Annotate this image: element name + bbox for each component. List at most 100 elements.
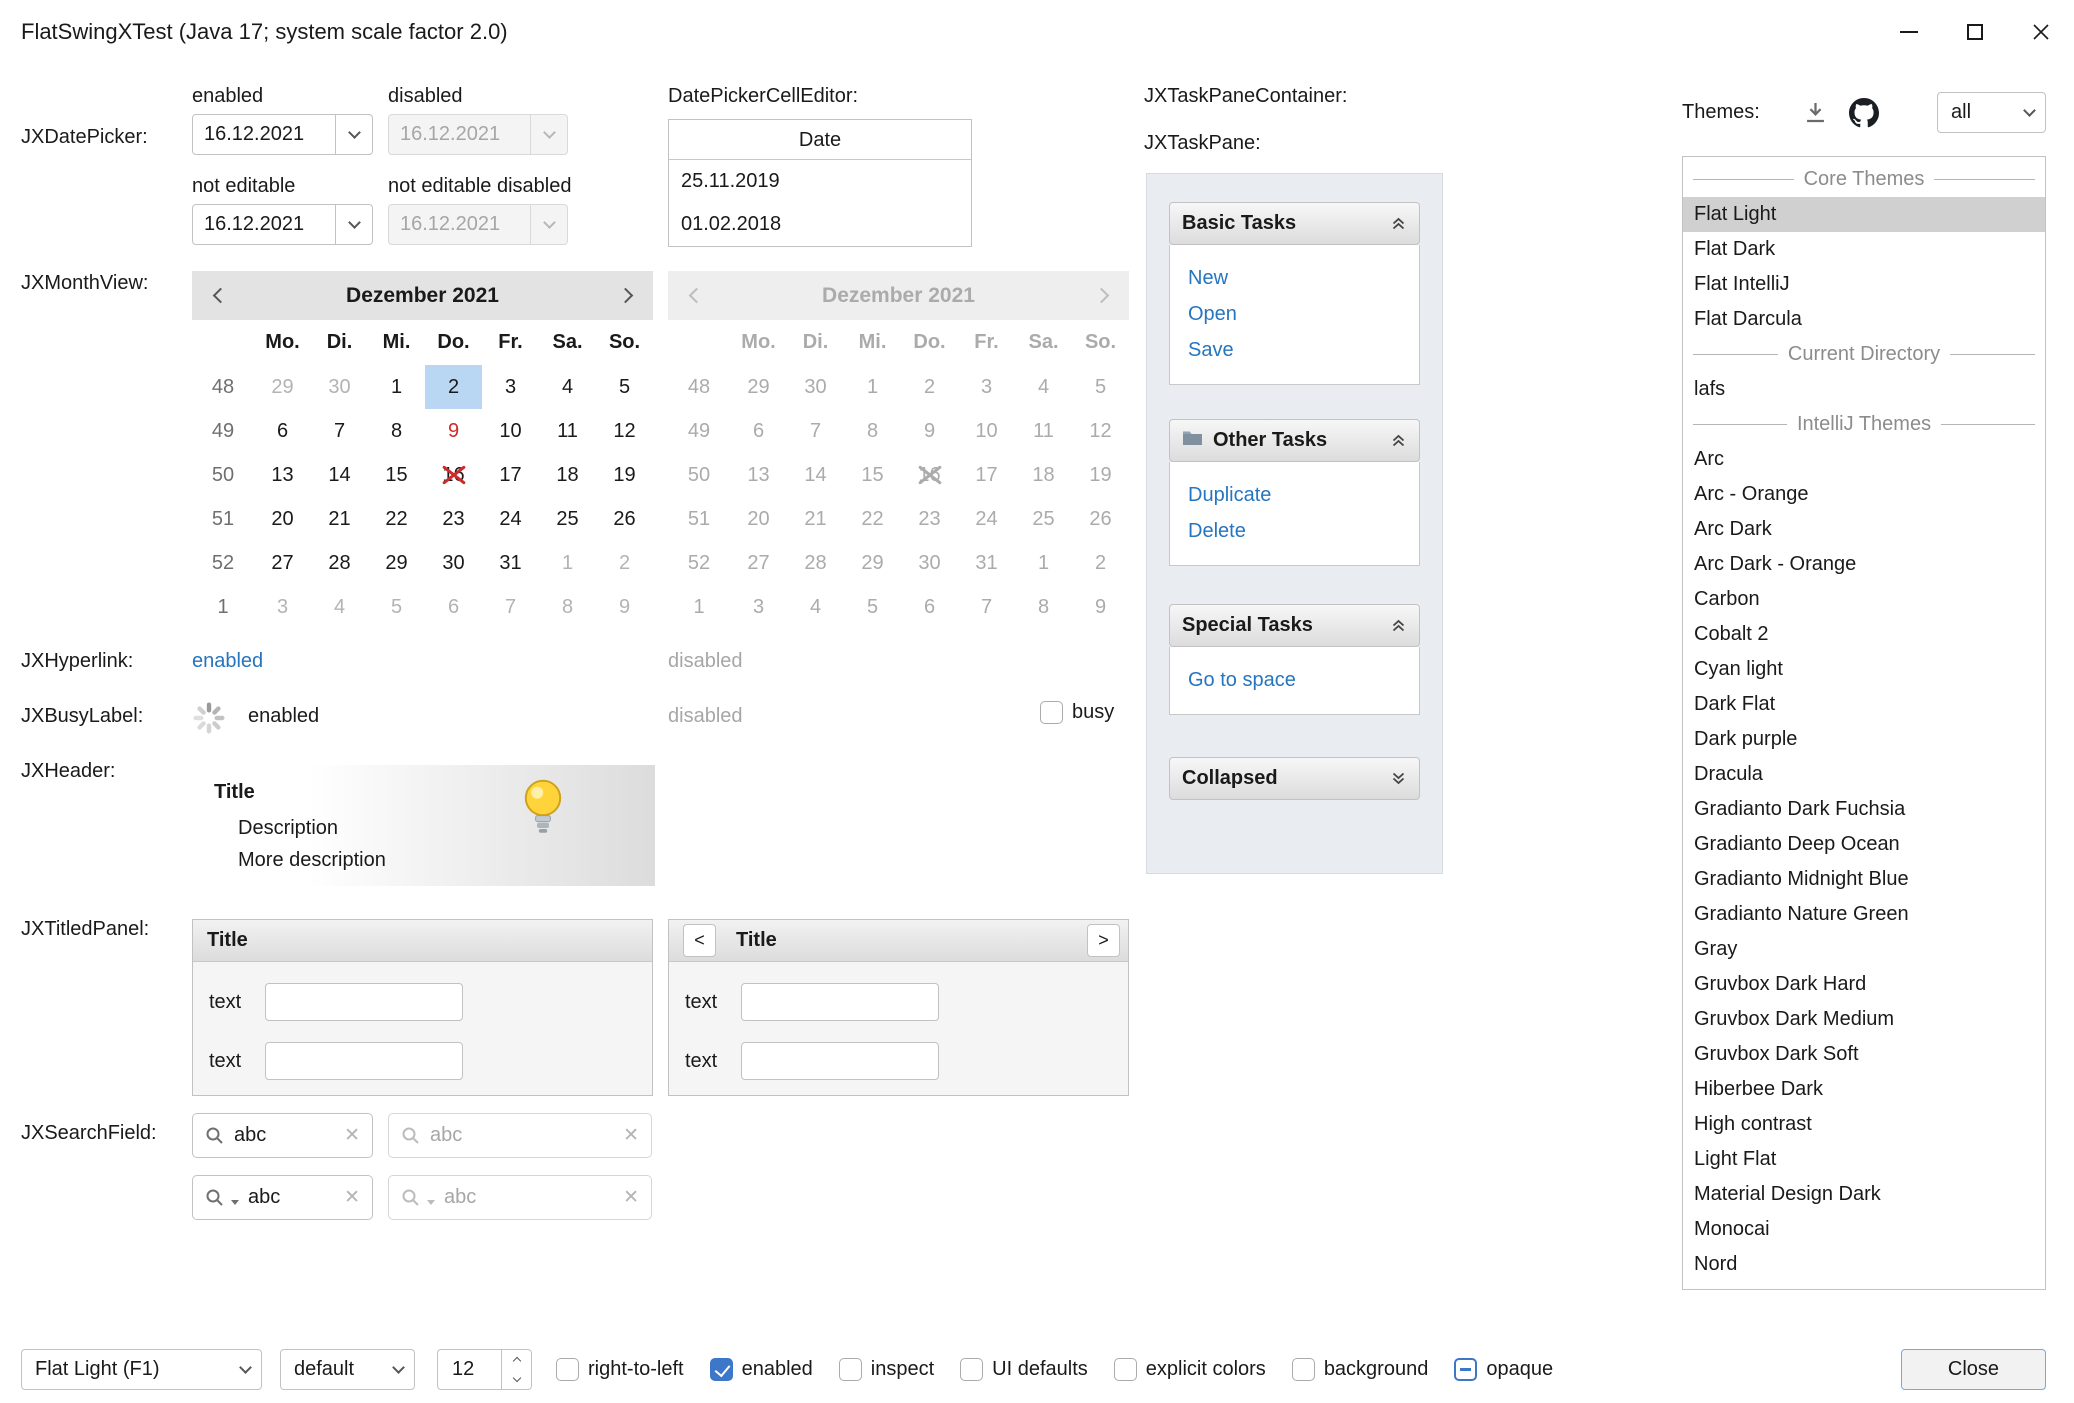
theme-item[interactable]: Dark purple xyxy=(1683,722,2045,757)
day-cell[interactable]: 30 xyxy=(425,541,482,585)
collapse-icon[interactable] xyxy=(1390,215,1407,232)
day-cell[interactable]: 17 xyxy=(482,453,539,497)
expand-icon[interactable] xyxy=(1390,770,1407,787)
day-cell[interactable]: 6 xyxy=(254,409,311,453)
day-cell[interactable]: 26 xyxy=(596,497,653,541)
github-icon[interactable] xyxy=(1849,98,1879,128)
day-cell[interactable]: 27 xyxy=(254,541,311,585)
text-input[interactable] xyxy=(265,1042,463,1080)
theme-item[interactable]: Arc - Orange xyxy=(1683,477,2045,512)
task-group-header[interactable]: Other Tasks xyxy=(1169,419,1420,462)
close-button[interactable]: Close xyxy=(1901,1349,2046,1390)
spinner-down-button[interactable] xyxy=(502,1370,531,1390)
month-view-enabled[interactable]: Dezember 2021Mo.Di.Mi.Do.Fr.Sa.So.482930… xyxy=(192,271,653,629)
theme-item[interactable]: Gruvbox Dark Soft xyxy=(1683,1037,2045,1072)
close-window-button[interactable] xyxy=(2008,0,2074,63)
day-cell[interactable]: 7 xyxy=(482,585,539,629)
day-cell[interactable]: 5 xyxy=(368,585,425,629)
day-cell[interactable]: 8 xyxy=(368,409,425,453)
theme-item[interactable]: Flat Dark xyxy=(1683,232,2045,267)
task-group-header[interactable]: Special Tasks xyxy=(1169,604,1420,647)
table-column-header[interactable]: Date xyxy=(669,120,971,160)
font-combo[interactable]: default xyxy=(280,1349,415,1390)
theme-item[interactable]: Dracula xyxy=(1683,757,2045,792)
day-cell[interactable]: 13 xyxy=(254,453,311,497)
day-cell[interactable]: 19 xyxy=(596,453,653,497)
clear-icon[interactable]: ✕ xyxy=(344,1186,360,1209)
theme-item[interactable]: Carbon xyxy=(1683,582,2045,617)
theme-item[interactable]: Material Design Dark xyxy=(1683,1177,2045,1212)
laf-combo[interactable]: Flat Light (F1) xyxy=(21,1349,262,1390)
day-cell[interactable]: 12 xyxy=(596,409,653,453)
search-input[interactable]: abc xyxy=(248,1186,335,1209)
font-size-spinner[interactable]: 12 xyxy=(437,1349,532,1390)
day-cell[interactable]: 31 xyxy=(482,541,539,585)
collapse-icon[interactable] xyxy=(1390,432,1407,449)
theme-item[interactable]: Hiberbee Dark xyxy=(1683,1072,2045,1107)
theme-item[interactable]: Nord xyxy=(1683,1247,2045,1282)
table-row[interactable]: 01.02.2018 xyxy=(669,203,971,246)
day-cell[interactable]: 16 xyxy=(425,453,482,497)
task-link[interactable]: Go to space xyxy=(1188,662,1401,698)
day-cell[interactable]: 18 xyxy=(539,453,596,497)
day-cell[interactable]: 28 xyxy=(311,541,368,585)
datepicker-dropdown-button[interactable] xyxy=(335,115,372,154)
day-cell[interactable]: 22 xyxy=(368,497,425,541)
day-cell[interactable]: 30 xyxy=(311,365,368,409)
prev-month-button[interactable] xyxy=(192,290,248,301)
checkbox-explicit-colors[interactable]: explicit colors xyxy=(1114,1358,1266,1381)
theme-item[interactable]: Gradianto Nature Green xyxy=(1683,897,2045,932)
day-cell[interactable]: 5 xyxy=(596,365,653,409)
checkbox-background[interactable]: background xyxy=(1292,1358,1429,1381)
day-cell[interactable]: 29 xyxy=(254,365,311,409)
day-cell[interactable]: 21 xyxy=(311,497,368,541)
task-group-header[interactable]: Collapsed xyxy=(1169,757,1420,800)
datepicker-enabled[interactable]: 16.12.2021 xyxy=(192,114,373,155)
celleditor-table[interactable]: Date 25.11.2019 01.02.2018 xyxy=(668,119,972,247)
hyperlink-enabled[interactable]: enabled xyxy=(192,650,263,673)
day-cell[interactable]: 15 xyxy=(368,453,425,497)
clear-icon[interactable]: ✕ xyxy=(344,1124,360,1147)
theme-item[interactable]: Gray xyxy=(1683,932,2045,967)
checkbox-enabled[interactable]: enabled xyxy=(710,1358,813,1381)
task-link[interactable]: Open xyxy=(1188,296,1401,332)
theme-item[interactable]: Gruvbox Dark Hard xyxy=(1683,967,2045,1002)
theme-item[interactable]: Dark Flat xyxy=(1683,687,2045,722)
day-cell[interactable]: 1 xyxy=(368,365,425,409)
task-link[interactable]: Delete xyxy=(1188,513,1401,549)
theme-item[interactable]: Cyan light xyxy=(1683,652,2045,687)
theme-item[interactable]: Gruvbox Dark Medium xyxy=(1683,1002,2045,1037)
day-cell[interactable]: 25 xyxy=(539,497,596,541)
theme-item[interactable]: Monocai xyxy=(1683,1212,2045,1247)
theme-item[interactable]: Flat Darcula xyxy=(1683,302,2045,337)
theme-item[interactable]: Arc Dark xyxy=(1683,512,2045,547)
day-cell[interactable]: 11 xyxy=(539,409,596,453)
day-cell[interactable]: 20 xyxy=(254,497,311,541)
search-field-menu-enabled[interactable]: abc ✕ xyxy=(192,1175,373,1220)
theme-item[interactable]: Arc Dark - Orange xyxy=(1683,547,2045,582)
search-input[interactable]: abc xyxy=(234,1124,335,1147)
day-cell[interactable]: 10 xyxy=(482,409,539,453)
theme-item[interactable]: Gradianto Midnight Blue xyxy=(1683,862,2045,897)
theme-filter-combo[interactable]: all xyxy=(1937,92,2046,133)
day-cell[interactable]: 29 xyxy=(368,541,425,585)
checkbox-opaque[interactable]: opaque xyxy=(1454,1358,1553,1381)
maximize-button[interactable] xyxy=(1942,0,2008,63)
day-cell[interactable]: 24 xyxy=(482,497,539,541)
panel-right-button[interactable]: > xyxy=(1087,924,1120,957)
theme-item[interactable]: Flat IntelliJ xyxy=(1683,267,2045,302)
day-cell[interactable]: 3 xyxy=(482,365,539,409)
day-cell[interactable]: 7 xyxy=(311,409,368,453)
minimize-button[interactable] xyxy=(1876,0,1942,63)
task-group-header[interactable]: Basic Tasks xyxy=(1169,202,1420,245)
checkbox-inspect[interactable]: inspect xyxy=(839,1358,934,1381)
text-input[interactable] xyxy=(741,1042,939,1080)
day-cell[interactable]: 23 xyxy=(425,497,482,541)
task-link[interactable]: New xyxy=(1188,260,1401,296)
spinner-up-button[interactable] xyxy=(502,1350,531,1370)
theme-item[interactable]: Light Flat xyxy=(1683,1142,2045,1177)
day-cell[interactable]: 4 xyxy=(539,365,596,409)
theme-item[interactable]: Flat Light xyxy=(1683,197,2045,232)
task-link[interactable]: Save xyxy=(1188,332,1401,368)
day-cell[interactable]: 4 xyxy=(311,585,368,629)
